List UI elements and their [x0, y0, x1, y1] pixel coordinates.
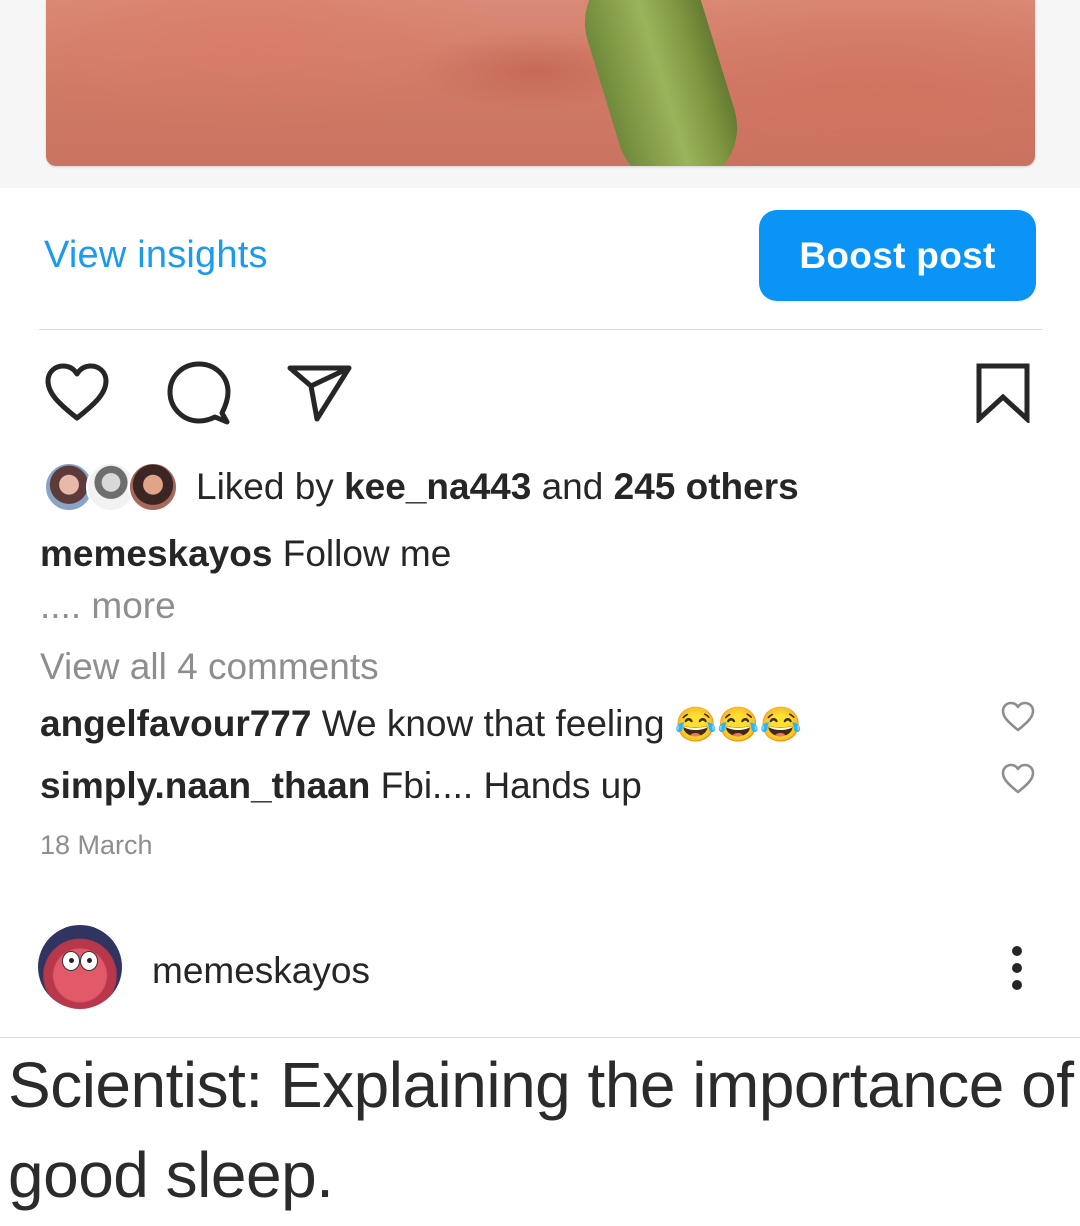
comment-username[interactable]: angelfavour777	[40, 703, 311, 744]
comment-text: We know that feeling	[321, 703, 665, 744]
caption-more-link[interactable]: .... more	[40, 585, 176, 627]
paper-plane-icon[interactable]	[287, 364, 353, 424]
heart-icon[interactable]	[1001, 763, 1035, 795]
post-date: 18 March	[40, 830, 153, 860]
view-all-comments-link[interactable]: View all 4 comments	[40, 646, 379, 688]
heart-icon[interactable]	[1001, 701, 1035, 733]
divider	[39, 329, 1042, 330]
liked-by-connector: and	[541, 466, 604, 507]
meme-caption-text[interactable]: Scientist: Explaining the importance of …	[8, 1040, 1078, 1220]
liked-by-others[interactable]: 245 others	[614, 466, 799, 507]
post-image-area	[0, 0, 1080, 188]
caption: memeskayos Follow me	[40, 533, 451, 575]
avatar	[128, 462, 178, 512]
post-image-content	[569, 0, 753, 166]
boost-post-button[interactable]: Boost post	[759, 210, 1036, 301]
avatar[interactable]	[38, 925, 122, 1009]
comment-username[interactable]: simply.naan_thaan	[40, 765, 370, 806]
post-image[interactable]	[46, 0, 1035, 166]
liked-by-user[interactable]: kee_na443	[344, 466, 531, 507]
liked-by-prefix: Liked by	[196, 466, 334, 507]
comment-emoji: 😂😂😂	[674, 706, 802, 744]
comment-row: angelfavour777 We know that feeling 😂😂😂	[40, 703, 802, 745]
liked-by-text[interactable]: Liked by kee_na443 and 245 others	[196, 466, 799, 508]
divider	[0, 1037, 1080, 1038]
comment-row: simply.naan_thaan Fbi.... Hands up	[40, 765, 642, 807]
caption-username[interactable]: memeskayos	[40, 533, 272, 574]
comment-text: Fbi.... Hands up	[380, 765, 642, 806]
liker-avatars[interactable]	[44, 462, 178, 516]
bookmark-icon[interactable]	[975, 363, 1031, 423]
avatar-eye	[62, 951, 80, 971]
caption-text: Follow me	[282, 533, 452, 574]
more-vertical-icon[interactable]	[1000, 946, 1036, 990]
view-insights-link[interactable]: View insights	[44, 234, 268, 277]
post-username[interactable]: memeskayos	[152, 950, 370, 992]
avatar-eye	[80, 951, 98, 971]
heart-icon[interactable]	[44, 363, 110, 423]
comment-bubble-icon[interactable]	[166, 361, 232, 425]
